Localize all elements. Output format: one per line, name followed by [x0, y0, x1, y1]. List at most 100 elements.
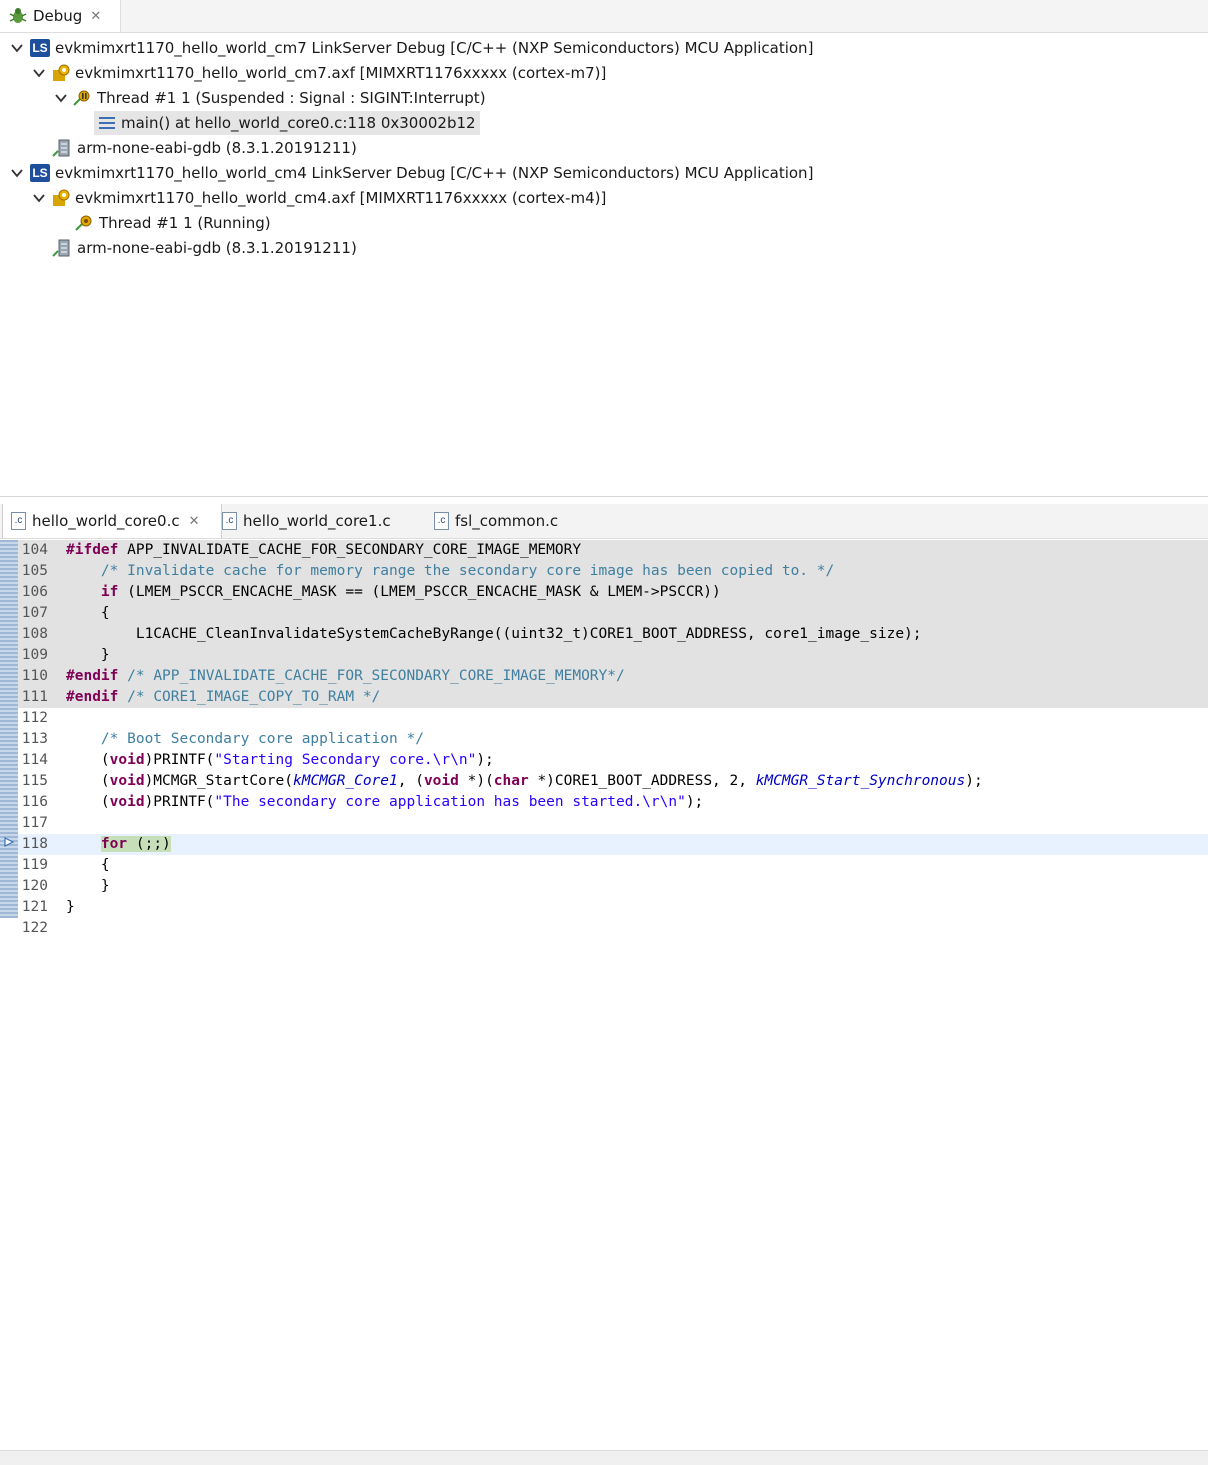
- code-token: /* APP_INVALIDATE_CACHE_FOR_SECONDARY_CO…: [127, 668, 625, 684]
- tree-row-launch-cm4[interactable]: LS evkmimxrt1170_hello_world_cm4 LinkSer…: [10, 161, 813, 185]
- chevron-down-icon[interactable]: [54, 91, 68, 105]
- line-number: 105: [21, 563, 48, 579]
- linkserver-icon: LS: [30, 39, 50, 57]
- line-number: 112: [21, 710, 48, 726]
- code-token: )MCMGR_StartCore(: [144, 773, 293, 789]
- thread-running-icon: [75, 215, 92, 231]
- tab-debug[interactable]: Debug ✕: [0, 0, 121, 32]
- code-line[interactable]: 117: [18, 813, 1208, 834]
- code-line[interactable]: 120 }: [18, 876, 1208, 897]
- tree-row-label: Thread #1 1 (Running): [99, 214, 271, 232]
- code-line[interactable]: 116 (void)PRINTF("The secondary core app…: [18, 792, 1208, 813]
- code-token: kMCMGR_Start_Synchronous: [755, 773, 966, 789]
- code-token: APP_INVALIDATE_CACHE_FOR_SECONDARY_CORE_…: [118, 542, 582, 558]
- line-number: 115: [21, 773, 48, 789]
- line-number: 104: [21, 542, 48, 558]
- code-line[interactable]: 121}: [18, 897, 1208, 918]
- code-token: );: [965, 773, 983, 789]
- code-token: /* CORE1_IMAGE_COPY_TO_RAM */: [127, 689, 381, 705]
- code-line[interactable]: 106 if (LMEM_PSCCR_ENCACHE_MASK == (LMEM…: [18, 582, 1208, 603]
- debug-tabbar: Debug ✕: [0, 0, 1208, 33]
- tab-label: fsl_common.c: [455, 512, 559, 530]
- code-line[interactable]: 105 /* Invalidate cache for memory range…: [18, 561, 1208, 582]
- tree-row-thread-cm7[interactable]: Thread #1 1 (Suspended : Signal : SIGINT…: [54, 86, 486, 110]
- code-token: (;;): [127, 836, 171, 852]
- line-number: 106: [21, 584, 48, 600]
- code-line[interactable]: 108 L1CACHE_CleanInvalidateSystemCacheBy…: [18, 624, 1208, 645]
- code-line[interactable]: 119 {: [18, 855, 1208, 876]
- code-line[interactable]: 118 for (;;): [18, 834, 1208, 855]
- code-token: /* Boot Secondary core application */: [100, 731, 424, 747]
- code-token: *)CORE1_BOOT_ADDRESS, 2,: [528, 773, 756, 789]
- code-token: void: [109, 794, 145, 810]
- line-number: 120: [21, 878, 48, 894]
- tab-hello-world-core1[interactable]: .c hello_world_core1.c: [222, 504, 391, 538]
- code-token: void: [423, 773, 459, 789]
- code-token: void: [109, 752, 145, 768]
- code-token: kMCMGR_Core1: [292, 773, 398, 789]
- executable-icon: [53, 189, 70, 206]
- gdb-process-icon: [52, 139, 70, 157]
- tree-row-stack-frame[interactable]: main() at hello_world_core0.c:118 0x3000…: [94, 111, 480, 135]
- instruction-pointer-icon: [4, 837, 14, 847]
- tree-row-gdb-cm4[interactable]: arm-none-eabi-gdb (8.3.1.20191211): [52, 236, 357, 260]
- code-line[interactable]: 122: [18, 918, 1208, 939]
- gdb-process-icon: [52, 239, 70, 257]
- code-line[interactable]: 113 /* Boot Secondary core application *…: [18, 729, 1208, 750]
- code-token: "The secondary core application has been…: [214, 794, 686, 810]
- chevron-down-icon[interactable]: [10, 41, 24, 55]
- line-number: 111: [21, 689, 48, 705]
- code-token: (: [66, 752, 110, 768]
- chevron-down-icon[interactable]: [10, 166, 24, 180]
- close-icon[interactable]: ✕: [189, 514, 200, 529]
- close-icon[interactable]: ✕: [90, 9, 101, 24]
- line-number: 114: [21, 752, 48, 768]
- c-file-icon: .c: [11, 512, 26, 530]
- code-token: char: [493, 773, 529, 789]
- line-number: 108: [21, 626, 48, 642]
- line-number: 121: [21, 899, 48, 915]
- code-token: #endif: [66, 689, 119, 705]
- tab-hello-world-core0[interactable]: .c hello_world_core0.c ✕: [2, 504, 222, 538]
- code-token: for: [100, 836, 128, 852]
- tree-row-launch-cm7[interactable]: LS evkmimxrt1170_hello_world_cm7 LinkSer…: [10, 36, 813, 60]
- code-token: {: [66, 605, 110, 621]
- tree-row-process-cm7[interactable]: evkmimxrt1170_hello_world_cm7.axf [MIMXR…: [32, 61, 606, 85]
- code-token: );: [476, 752, 494, 768]
- code-area[interactable]: 104 #ifdef APP_INVALIDATE_CACHE_FOR_SECON…: [0, 540, 1208, 960]
- chevron-down-icon[interactable]: [32, 191, 46, 205]
- code-line[interactable]: 110 #endif /* APP_INVALIDATE_CACHE_FOR_SE…: [18, 666, 1208, 687]
- line-number: 116: [21, 794, 48, 810]
- tree-row-label: arm-none-eabi-gdb (8.3.1.20191211): [77, 139, 357, 157]
- tree-row-thread-cm4[interactable]: Thread #1 1 (Running): [74, 211, 271, 235]
- code-line[interactable]: 114 (void)PRINTF("Starting Secondary cor…: [18, 750, 1208, 771]
- tree-row-label: arm-none-eabi-gdb (8.3.1.20191211): [77, 239, 357, 257]
- code-token: void: [109, 773, 145, 789]
- tree-row-label: evkmimxrt1170_hello_world_cm4 LinkServer…: [55, 164, 814, 182]
- code-token: }: [66, 878, 110, 894]
- tab-debug-label: Debug: [33, 7, 83, 25]
- code-line[interactable]: 111 #endif /* CORE1_IMAGE_COPY_TO_RAM */: [18, 687, 1208, 708]
- tree-row-gdb-cm7[interactable]: arm-none-eabi-gdb (8.3.1.20191211): [52, 136, 357, 160]
- code-line[interactable]: 115 (void)MCMGR_StartCore(kMCMGR_Core1, …: [18, 771, 1208, 792]
- code-token: if: [100, 584, 119, 600]
- code-line[interactable]: 109 }: [18, 645, 1208, 666]
- code-line[interactable]: 104 #ifdef APP_INVALIDATE_CACHE_FOR_SECON…: [18, 540, 1208, 561]
- code-line[interactable]: 112: [18, 708, 1208, 729]
- code-token: }: [66, 899, 75, 915]
- tree-row-label: main() at hello_world_core0.c:118 0x3000…: [121, 114, 476, 132]
- code-token: , (: [397, 773, 424, 789]
- code-token: );: [685, 794, 704, 810]
- tree-row-process-cm4[interactable]: evkmimxrt1170_hello_world_cm4.axf [MIMXR…: [32, 186, 606, 210]
- code-line[interactable]: 107 {: [18, 603, 1208, 624]
- linkserver-icon: LS: [30, 164, 50, 182]
- code-token: (: [66, 773, 110, 789]
- executable-icon: [53, 64, 70, 81]
- chevron-down-icon[interactable]: [32, 66, 46, 80]
- line-number: 118: [21, 836, 48, 852]
- tab-fsl-common[interactable]: .c fsl_common.c: [434, 504, 558, 538]
